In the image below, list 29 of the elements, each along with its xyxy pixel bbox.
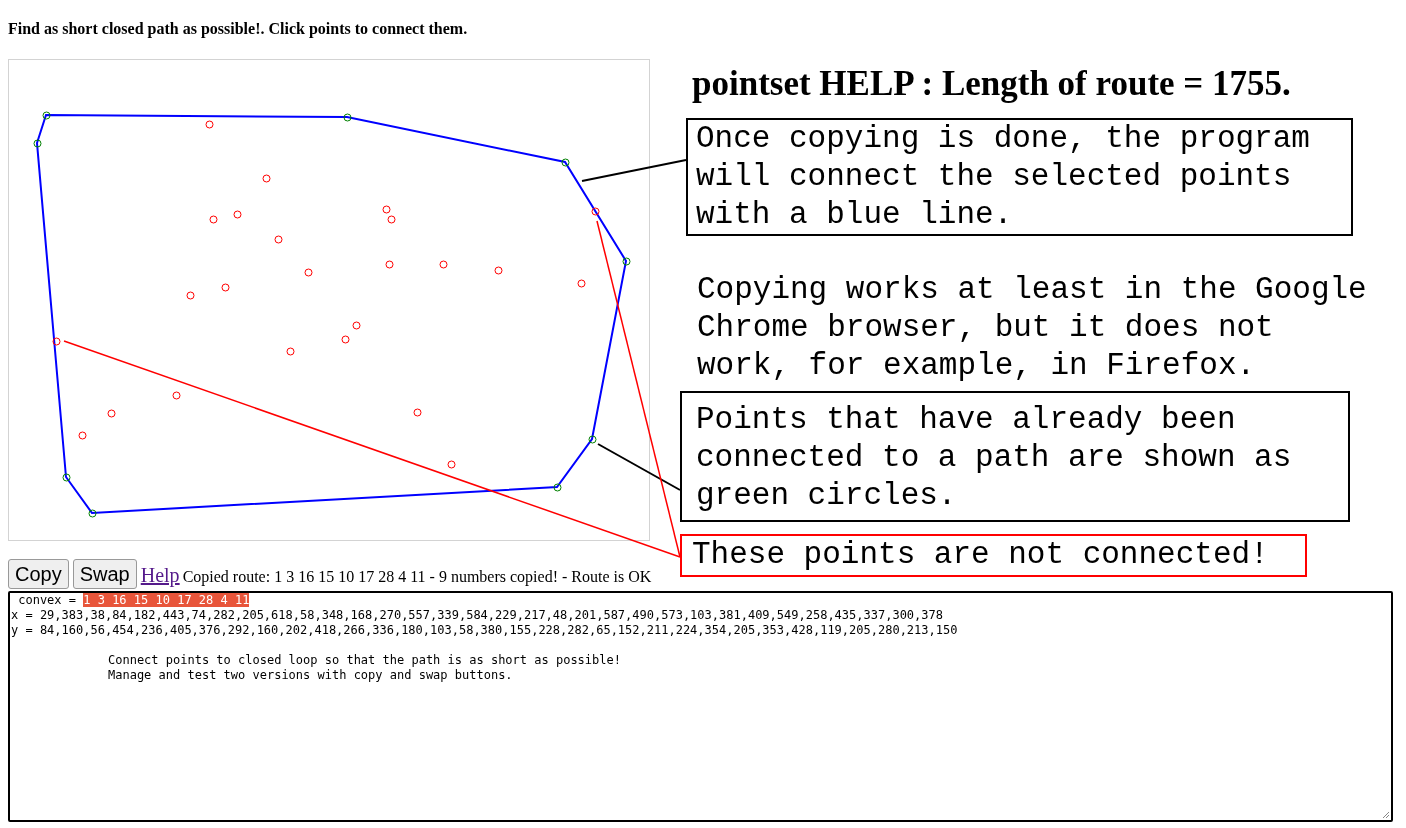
- help-link[interactable]: Help: [140, 564, 180, 587]
- toolbar-button[interactable]: Copy: [8, 559, 69, 589]
- help-title: pointset HELP : Length of route = 1755.: [692, 63, 1292, 105]
- resize-grip-icon[interactable]: [1382, 811, 1390, 819]
- callout-box: Once copying is done, the program will connect the selected points with a blue line.: [686, 118, 1353, 236]
- warning-box: These points are not connected!: [680, 534, 1307, 577]
- code-field[interactable]: [8, 591, 1393, 822]
- convex-label: convex =: [17, 593, 78, 607]
- x-coordinates: x = 29,383,38,84,182,443,74,282,205,618,58,348,168,270,557,339,584,229,217,48,201,587,490,573,103,381,409,549,258,435,337,300,378: [11, 608, 944, 623]
- route-point[interactable]: [88, 509, 97, 518]
- route-point[interactable]: [62, 473, 71, 482]
- instruction-text: Find as short closed path as possible!. Click points to connect them.: [8, 20, 469, 39]
- free-point[interactable]: [591, 207, 600, 216]
- route-point[interactable]: [553, 483, 562, 492]
- note-line: Connect points to closed loop so that the path is as short as possible!: [108, 653, 622, 668]
- route-point[interactable]: [343, 113, 352, 122]
- free-point[interactable]: [52, 337, 61, 346]
- toolbar-button[interactable]: Swap: [72, 559, 137, 589]
- route-point[interactable]: [588, 435, 597, 444]
- callout-box: Points that have already been connected to a path are shown as green circles.: [680, 391, 1350, 522]
- route-point[interactable]: [33, 139, 42, 148]
- status-text: Copied route: 1 3 16 15 10 17 28 4 11 - 9 numbers copied! - Route is OK: [182, 568, 652, 586]
- route-point[interactable]: [42, 111, 51, 120]
- route-point[interactable]: [561, 158, 570, 167]
- route-point[interactable]: [622, 257, 631, 266]
- help-paragraph: Copying works at least in the Google Chrome browser, but it does not work, for example, in Firefox.: [697, 271, 1367, 385]
- note-line: Manage and test two versions with copy and swap buttons.: [108, 668, 514, 683]
- y-coordinates: y = 84,160,56,454,236,405,376,292,160,202,418,266,336,180,103,58,380,155,228,282,65,152,211,224,354,205,353,428,119,205,280,213,150: [11, 623, 959, 638]
- selected-route: 1 3 16 15 10 17 28 4 11: [83, 593, 250, 607]
